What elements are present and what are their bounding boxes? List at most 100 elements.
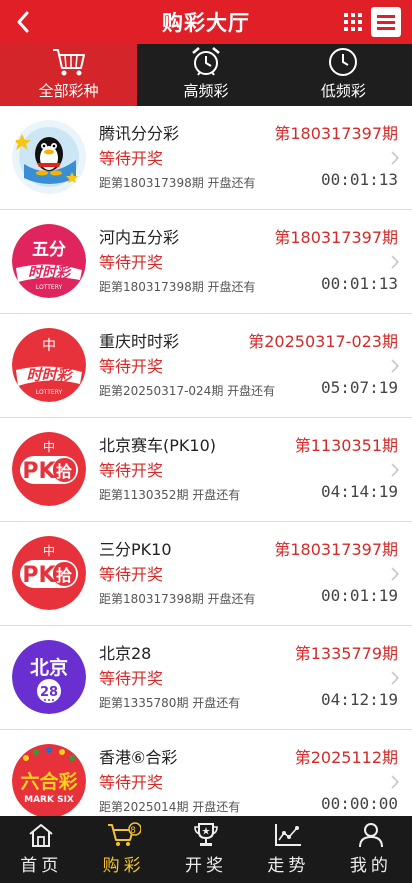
user-icon: [358, 823, 383, 848]
back-button[interactable]: [8, 6, 38, 38]
chevron-right-icon: [391, 775, 400, 789]
tab-label: 高频彩: [183, 82, 229, 100]
chevron-right-icon: [391, 567, 400, 581]
logo-text: 拾: [56, 462, 72, 481]
lottery-item-hanoi[interactable]: 五分 时时彩 LOTTERY 河内五分彩 第180317397期 等待开奖 距第…: [0, 210, 412, 314]
category-tabs: 全部彩种 高频彩 低频彩: [0, 44, 412, 106]
nav-label: 首页: [20, 856, 63, 876]
beijing28-logo: 北京 28: [12, 640, 86, 714]
logo-text: 时时彩: [26, 366, 74, 384]
draw-status: 等待开奖: [99, 565, 164, 584]
current-period: 第1335779期: [294, 644, 398, 663]
nav-mine[interactable]: 我的: [330, 816, 412, 883]
chevron-right-icon: [391, 671, 400, 685]
chevron-left-icon: [17, 11, 29, 33]
pk10-logo: 中 PK 拾: [12, 432, 86, 506]
countdown-timer: 00:00:00: [320, 794, 398, 813]
logo-text: LOTTERY: [36, 284, 63, 291]
basket-icon: [52, 49, 85, 76]
lottery-name: 三分PK10: [99, 540, 172, 559]
bottom-navigation: 首页 8 购彩 开奖 走势 我的: [0, 816, 412, 883]
pk10-3min-logo: 中 PK 拾: [12, 536, 86, 610]
logo-text: MARK SIX: [24, 795, 74, 805]
logo-text: PK: [22, 459, 56, 484]
lottery-name: 北京赛车(PK10): [99, 436, 216, 455]
lottery-item-chongqing[interactable]: 中 时时彩 LOTTERY 重庆时时彩 第20250317-023期 等待开奖 …: [0, 314, 412, 418]
current-period: 第2025112期: [294, 748, 398, 767]
tab-label: 全部彩种: [38, 82, 99, 100]
svg-text:中: 中: [42, 338, 56, 354]
list-view-button[interactable]: [371, 7, 401, 37]
nav-label: 我的: [349, 856, 392, 876]
chongqing-ssc-logo: 中 时时彩 LOTTERY: [12, 328, 86, 402]
countdown-timer: 00:01:13: [320, 170, 398, 189]
alarm-clock-icon: [192, 47, 220, 76]
cart-badge: 8: [130, 826, 140, 836]
lottery-item-pk10[interactable]: 中 PK 拾 北京赛车(PK10) 第1130351期 等待开奖 距第11303…: [0, 418, 412, 522]
logo-text: LOTTERY: [36, 389, 63, 396]
logo-text: PK: [22, 563, 56, 588]
logo-text: 北京: [30, 656, 68, 679]
hanoi-5min-logo: 五分 时时彩 LOTTERY: [12, 224, 86, 298]
chevron-right-icon: [391, 255, 400, 269]
nav-label: 购彩: [102, 856, 145, 876]
current-period: 第180317397期: [274, 124, 398, 143]
countdown-timer: 04:12:19: [320, 690, 398, 709]
next-period-label: 距第1335780期 开盘还有: [99, 696, 241, 710]
lottery-item-beijing28[interactable]: 北京 28 北京28 第1335779期 等待开奖 距第1335780期 开盘还…: [0, 626, 412, 730]
lottery-name: 香港⑥合彩: [99, 748, 178, 767]
tab-high-frequency[interactable]: 高频彩: [137, 44, 274, 106]
draw-status: 等待开奖: [99, 669, 164, 688]
draw-status: 等待开奖: [99, 149, 164, 168]
nav-results[interactable]: 开奖: [165, 816, 247, 883]
next-period-label: 距第180317398期 开盘还有: [99, 280, 256, 294]
lottery-name: 北京28: [99, 644, 152, 663]
trophy-icon: [194, 823, 218, 846]
home-icon: [29, 824, 53, 847]
current-period: 第180317397期: [274, 540, 398, 559]
chevron-right-icon: [391, 463, 400, 477]
current-period: 第1130351期: [294, 436, 398, 455]
app-header: 购彩大厅: [0, 0, 412, 44]
svg-text:中: 中: [43, 543, 55, 558]
draw-status: 等待开奖: [99, 773, 164, 792]
next-period-label: 距第180317398期 开盘还有: [99, 176, 256, 190]
lottery-list: 腾讯分分彩 第180317397期 等待开奖 距第180317398期 开盘还有…: [0, 106, 412, 816]
lottery-name: 腾讯分分彩: [99, 124, 180, 143]
draw-status: 等待开奖: [99, 253, 164, 272]
nav-trend[interactable]: 走势: [247, 816, 329, 883]
tab-label: 低频彩: [320, 82, 366, 100]
lottery-item-mark-six[interactable]: 六合彩 MARK SIX 香港⑥合彩 第2025112期 等待开奖 距第2025…: [0, 730, 412, 816]
cart-icon: 8: [107, 822, 141, 846]
logo-text: 时时彩: [28, 265, 73, 281]
logo-text: 五分: [32, 240, 66, 260]
current-period: 第20250317-023期: [248, 332, 398, 351]
countdown-timer: 00:01:13: [320, 274, 398, 293]
lottery-name: 河内五分彩: [99, 228, 180, 247]
chevron-right-icon: [391, 359, 400, 373]
tab-low-frequency[interactable]: 低频彩: [275, 44, 412, 106]
next-period-label: 距第2025014期 开盘还有: [99, 800, 241, 814]
lottery-item-pk10-3min[interactable]: 中 PK 拾 三分PK10 第180317397期 等待开奖 距第1803173…: [0, 522, 412, 626]
menu-icon: [377, 15, 395, 30]
logo-text: 28: [40, 685, 58, 700]
clock-icon: [329, 48, 358, 76]
tencent-penguin-logo: [12, 120, 86, 194]
tab-all[interactable]: 全部彩种: [0, 44, 138, 106]
next-period-label: 距第20250317-024期 开盘还有: [99, 384, 276, 398]
lottery-item-tencent[interactable]: 腾讯分分彩 第180317397期 等待开奖 距第180317398期 开盘还有…: [0, 106, 412, 210]
grid-view-button[interactable]: [338, 7, 368, 37]
next-period-label: 距第180317398期 开盘还有: [99, 592, 256, 606]
nav-label: 走势: [267, 856, 310, 876]
logo-text: 六合彩: [20, 770, 77, 793]
grid-icon: [344, 13, 362, 31]
trend-chart-icon: [275, 824, 302, 846]
nav-buy[interactable]: 8 购彩: [82, 816, 164, 883]
chevron-right-icon: [391, 151, 400, 165]
next-period-label: 距第1130352期 开盘还有: [99, 488, 241, 502]
draw-status: 等待开奖: [99, 357, 164, 376]
nav-home[interactable]: 首页: [0, 816, 82, 883]
svg-text:中: 中: [43, 439, 55, 454]
countdown-timer: 05:07:19: [320, 378, 398, 397]
page-title: 购彩大厅: [162, 11, 250, 35]
